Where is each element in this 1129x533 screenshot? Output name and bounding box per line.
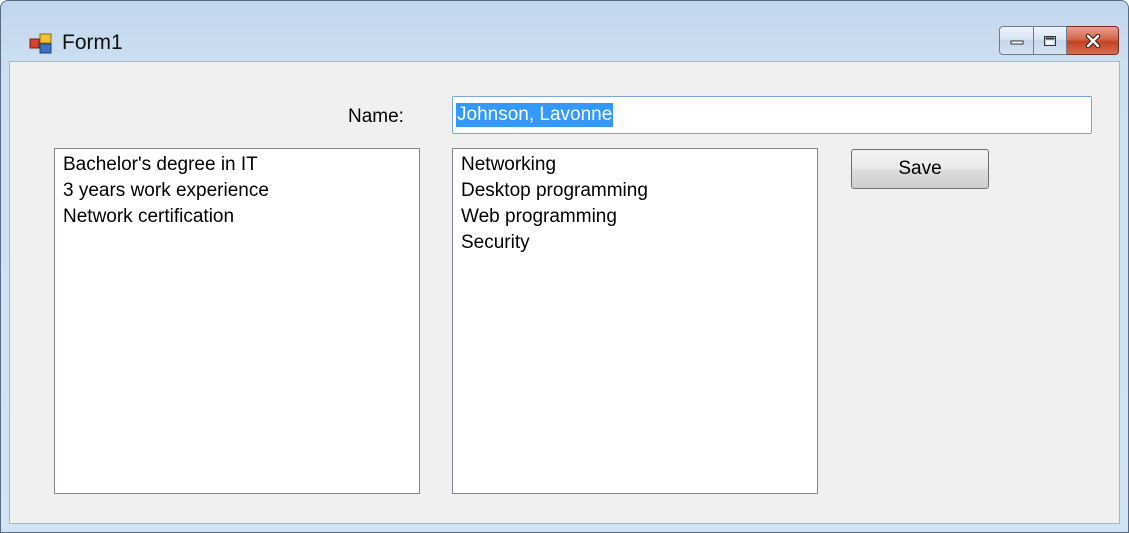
minimize-icon: [1010, 40, 1023, 44]
form-app-icon[interactable]: [29, 32, 53, 54]
list-item[interactable]: Web programming: [461, 204, 809, 230]
list-item[interactable]: Networking: [461, 152, 809, 178]
caption-buttons: [999, 26, 1119, 56]
name-input[interactable]: Johnson, Lavonne: [452, 96, 1092, 134]
list-item[interactable]: 3 years work experience: [63, 178, 411, 204]
name-input-value: Johnson, Lavonne: [456, 103, 614, 127]
close-icon: [1085, 33, 1100, 48]
list-item[interactable]: Network certification: [63, 204, 411, 230]
qualifications-listbox[interactable]: Bachelor's degree in IT 3 years work exp…: [54, 148, 420, 494]
minimize-button[interactable]: [999, 26, 1034, 55]
maximize-icon: [1044, 35, 1056, 46]
save-button[interactable]: Save: [851, 149, 989, 189]
window-title: Form1: [62, 31, 123, 54]
title-bar[interactable]: Form1: [1, 1, 1128, 61]
form-client-area: Name: Johnson, Lavonne Bachelor's degree…: [9, 61, 1120, 524]
skills-listbox[interactable]: Networking Desktop programming Web progr…: [452, 148, 818, 494]
close-button[interactable]: [1067, 26, 1119, 55]
app-window: Form1 Name: Johnson, Lavonne Bachelor's …: [0, 0, 1129, 533]
list-item[interactable]: Bachelor's degree in IT: [63, 152, 411, 178]
name-label: Name:: [348, 106, 404, 127]
list-item[interactable]: Desktop programming: [461, 178, 809, 204]
list-item[interactable]: Security: [461, 230, 809, 256]
maximize-button[interactable]: [1034, 26, 1067, 55]
